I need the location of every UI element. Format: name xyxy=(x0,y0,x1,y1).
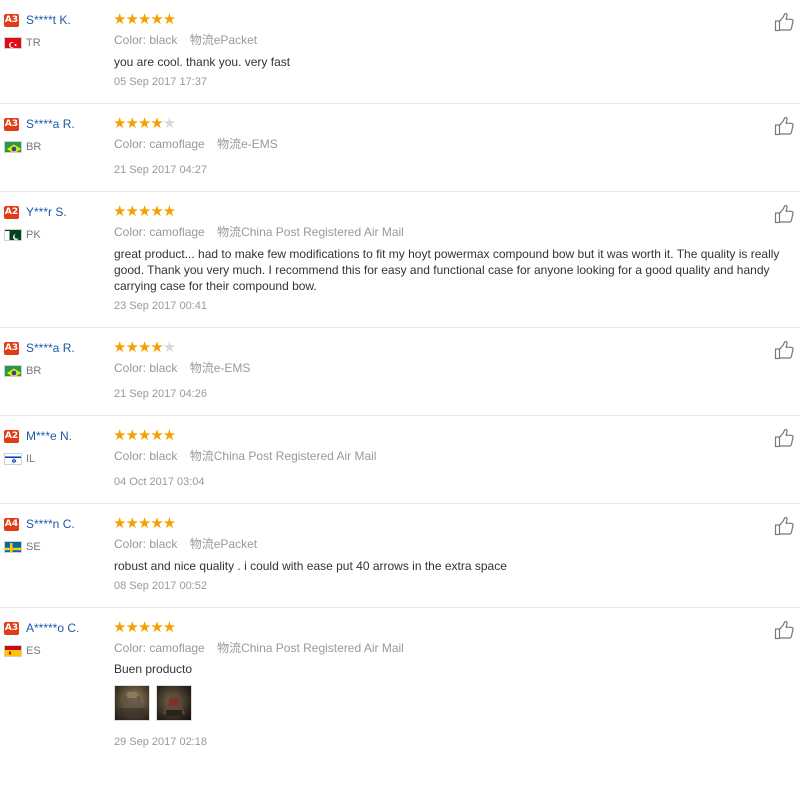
order-info: Color: black 物流ePacket xyxy=(114,536,257,552)
buyer-level-badge: A3 xyxy=(4,622,19,635)
review-date: 29 Sep 2017 02:18 xyxy=(114,736,207,748)
sweden-flag-icon xyxy=(4,541,22,553)
shipping-label: 物流 xyxy=(217,225,242,239)
color-label: Color: xyxy=(114,537,147,551)
order-info: Color: black 物流ePacket xyxy=(114,32,257,48)
shipping-value: ePacket xyxy=(213,33,258,47)
color-value: black xyxy=(149,537,178,551)
color-label: Color: xyxy=(114,137,147,151)
thumbs-up-icon[interactable] xyxy=(774,620,796,640)
israel-flag-icon xyxy=(4,453,22,465)
review-date: 08 Sep 2017 00:52 xyxy=(114,580,207,592)
buyer-country: BR xyxy=(26,141,42,153)
review-text: you are cool. thank you. very fast xyxy=(114,55,291,69)
color-label: Color: xyxy=(114,225,147,239)
review-date: 21 Sep 2017 04:27 xyxy=(114,164,207,176)
buyer-level-badge: A4 xyxy=(4,518,19,531)
shipping-label: 物流 xyxy=(217,641,242,655)
review-item: A3 S****a R. BR ★★★★★ Color: camoflage 物… xyxy=(0,104,800,192)
buyer-level-badge: A2 xyxy=(4,206,19,219)
thumbs-up-icon[interactable] xyxy=(774,428,796,448)
buyer-level-badge: A3 xyxy=(4,342,19,355)
star-rating: ★★★★★ xyxy=(113,338,176,356)
pakistan-flag-icon xyxy=(4,229,22,241)
color-value: camoflage xyxy=(149,641,205,655)
shipping-value: ePacket xyxy=(213,537,258,551)
review-date: 23 Sep 2017 00:41 xyxy=(114,300,207,312)
buyer-name: S****t K. xyxy=(26,13,71,27)
color-label: Color: xyxy=(114,33,147,47)
order-info: Color: camoflage 物流China Post Registered… xyxy=(114,640,404,656)
review-date: 04 Oct 2017 03:04 xyxy=(114,476,205,488)
order-info: Color: black 物流China Post Registered Air… xyxy=(114,448,376,464)
shipping-label: 物流 xyxy=(189,537,214,551)
thumbs-up-icon[interactable] xyxy=(774,12,796,32)
review-text: Buen producto xyxy=(114,662,193,676)
buyer-name: S****a R. xyxy=(26,341,75,355)
shipping-value: e-EMS xyxy=(213,361,251,375)
brazil-flag-icon xyxy=(4,141,22,153)
review-item: A4 S****n C. SE ★★★★★ Color: black 物流ePa… xyxy=(0,504,800,608)
buyer-name: S****a R. xyxy=(26,117,75,131)
color-value: black xyxy=(149,361,178,375)
color-label: Color: xyxy=(114,641,147,655)
shipping-label: 物流 xyxy=(217,137,242,151)
buyer-name: M***e N. xyxy=(26,429,73,443)
star-rating: ★★★★★ xyxy=(113,618,176,636)
buyer-country: TR xyxy=(26,37,41,49)
buyer-country: SE xyxy=(26,541,41,553)
color-value: camoflage xyxy=(149,225,205,239)
shipping-value: China Post Registered Air Mail xyxy=(213,449,377,463)
thumbs-up-icon[interactable] xyxy=(774,116,796,136)
shipping-label: 物流 xyxy=(189,449,214,463)
buyer-country: ES xyxy=(26,645,41,657)
buyer-level-badge: A3 xyxy=(4,14,19,27)
review-item: A3 S****a R. BR ★★★★★ Color: black 物流e-E… xyxy=(0,328,800,416)
review-item: A2 Y***r S. PK ★★★★★ Color: camoflage 物流… xyxy=(0,192,800,328)
color-label: Color: xyxy=(114,449,147,463)
color-label: Color: xyxy=(114,361,147,375)
buyer-country: PK xyxy=(26,229,41,241)
thumbs-up-icon[interactable] xyxy=(774,340,796,360)
star-rating: ★★★★★ xyxy=(113,514,176,532)
color-value: black xyxy=(149,33,178,47)
buyer-country: IL xyxy=(26,453,36,465)
turkey-flag-icon xyxy=(4,37,22,49)
star-rating: ★★★★★ xyxy=(113,10,176,28)
buyer-level-badge: A3 xyxy=(4,118,19,131)
review-item: A2 M***e N. IL ★★★★★ Color: black 物流Chin… xyxy=(0,416,800,504)
buyer-name: A*****o C. xyxy=(26,621,80,635)
spain-flag-icon xyxy=(4,645,22,657)
buyer-name: Y***r S. xyxy=(26,205,67,219)
shipping-label: 物流 xyxy=(189,33,214,47)
review-date: 21 Sep 2017 04:26 xyxy=(114,388,207,400)
shipping-label: 物流 xyxy=(189,361,214,375)
buyer-level-badge: A2 xyxy=(4,430,19,443)
buyer-name: S****n C. xyxy=(26,517,75,531)
thumbs-up-icon[interactable] xyxy=(774,516,796,536)
star-rating: ★★★★★ xyxy=(113,426,176,444)
color-value: camoflage xyxy=(149,137,205,151)
order-info: Color: camoflage 物流China Post Registered… xyxy=(114,224,404,240)
brazil-flag-icon xyxy=(4,365,22,377)
star-rating: ★★★★★ xyxy=(113,114,176,132)
review-photo-thumbnail[interactable] xyxy=(156,685,192,721)
shipping-value: China Post Registered Air Mail xyxy=(241,641,404,655)
review-text: robust and nice quality . i could with e… xyxy=(114,559,507,573)
shipping-value: China Post Registered Air Mail xyxy=(241,225,404,239)
review-item: A3 S****t K. TR ★★★★★ Color: black 物流ePa… xyxy=(0,0,800,104)
buyer-country: BR xyxy=(26,365,42,377)
star-rating: ★★★★★ xyxy=(113,202,176,220)
review-photo-thumbnail[interactable] xyxy=(114,685,150,721)
order-info: Color: black 物流e-EMS xyxy=(114,360,250,376)
shipping-value: e-EMS xyxy=(241,137,278,151)
thumbs-up-icon[interactable] xyxy=(774,204,796,224)
review-date: 05 Sep 2017 17:37 xyxy=(114,76,207,88)
color-value: black xyxy=(149,449,178,463)
order-info: Color: camoflage 物流e-EMS xyxy=(114,136,278,152)
review-text: great product... had to make few modific… xyxy=(114,247,780,293)
